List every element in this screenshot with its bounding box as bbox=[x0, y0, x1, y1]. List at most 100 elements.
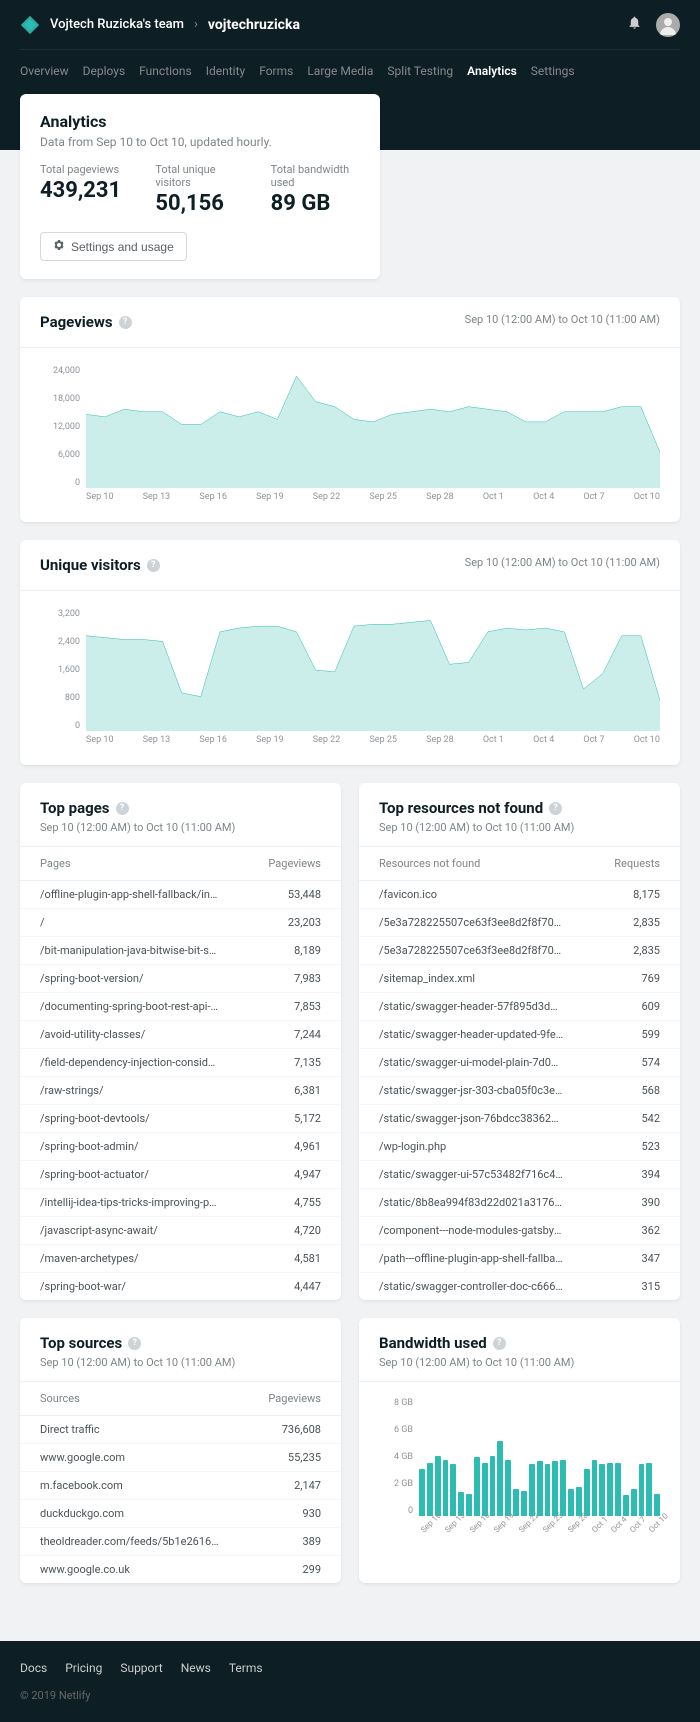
table-row[interactable]: /spring-boot-actuator/4,947 bbox=[20, 1161, 341, 1189]
table-row[interactable]: /raw-strings/6,381 bbox=[20, 1077, 341, 1105]
site-nav: Overview Deploys Functions Identity Forms Lar… bbox=[20, 50, 680, 94]
bandwidth-value: 89 GB bbox=[271, 191, 360, 216]
bar[interactable] bbox=[505, 1460, 511, 1516]
nav-analytics[interactable]: Analytics bbox=[467, 64, 517, 78]
bar[interactable] bbox=[560, 1460, 566, 1516]
info-icon[interactable]: ? bbox=[128, 1337, 141, 1350]
breadcrumb-team[interactable]: Vojtech Ruzicka's team bbox=[50, 17, 184, 32]
top-pages-card: Top pages ? Sep 10 (12:00 AM) to Oct 10 … bbox=[20, 783, 341, 1300]
table-row[interactable]: /avoid-utility-classes/7,244 bbox=[20, 1021, 341, 1049]
bar[interactable] bbox=[443, 1460, 449, 1516]
table-row[interactable]: /bit-manipulation-java-bitwise-bit-shift… bbox=[20, 937, 341, 965]
table-row[interactable]: /static/swagger-header-57f895d3d6ae89d8d… bbox=[359, 993, 680, 1021]
card-range: Sep 10 (12:00 AM) to Oct 10 (11:00 AM) bbox=[379, 1356, 660, 1369]
table-row[interactable]: www.google.co.uk299 bbox=[20, 1556, 341, 1584]
table-row[interactable]: /spring-boot-war/4,447 bbox=[20, 1273, 341, 1301]
card-title: Top resources not found ? bbox=[379, 799, 660, 817]
table-row[interactable]: /offline-plugin-app-shell-fallback/index… bbox=[20, 881, 341, 909]
pageviews-chart-card: Pageviews ? Sep 10 (12:00 AM) to Oct 10 … bbox=[20, 297, 680, 522]
bar[interactable] bbox=[646, 1463, 652, 1516]
table-row[interactable]: /static/swagger-jsr-303-cba05f0c3e718c0e… bbox=[359, 1077, 680, 1105]
notifications-icon[interactable] bbox=[627, 15, 642, 34]
table-row[interactable]: /wp-login.php523 bbox=[359, 1133, 680, 1161]
bar[interactable] bbox=[599, 1464, 605, 1516]
table-row[interactable]: duckduckgo.com930 bbox=[20, 1500, 341, 1528]
bar[interactable] bbox=[568, 1489, 574, 1516]
table-row[interactable]: /5e3a728225507ce63f3ee8d2f8f702cf/5e3a72… bbox=[359, 909, 680, 937]
table-row[interactable]: Direct traffic736,608 bbox=[20, 1416, 341, 1444]
bar[interactable] bbox=[474, 1457, 480, 1516]
table-row[interactable]: /spring-boot-devtools/5,172 bbox=[20, 1105, 341, 1133]
footer-terms[interactable]: Terms bbox=[229, 1661, 263, 1675]
footer-docs[interactable]: Docs bbox=[20, 1661, 47, 1675]
nav-large-media[interactable]: Large Media bbox=[307, 64, 373, 78]
table-row[interactable]: /static/swagger-json-76bdcc3836216271c0d… bbox=[359, 1105, 680, 1133]
bar[interactable] bbox=[482, 1463, 488, 1516]
info-icon[interactable]: ? bbox=[493, 1337, 506, 1350]
bar[interactable] bbox=[435, 1456, 441, 1516]
table-row[interactable]: /static/swagger-ui-model-plain-7d0901673… bbox=[359, 1049, 680, 1077]
table-row[interactable]: /static/swagger-ui-57c53482f716c4648ec5d… bbox=[359, 1161, 680, 1189]
info-icon[interactable]: ? bbox=[119, 316, 132, 329]
table-row[interactable]: /static/swagger-controller-doc-c6666b121… bbox=[359, 1273, 680, 1301]
bar[interactable] bbox=[631, 1489, 637, 1516]
nav-split-testing[interactable]: Split Testing bbox=[387, 64, 453, 78]
table-row[interactable]: /favicon.ico8,175 bbox=[359, 881, 680, 909]
table-row[interactable]: m.facebook.com2,147 bbox=[20, 1472, 341, 1500]
bar[interactable] bbox=[623, 1495, 629, 1516]
bar[interactable] bbox=[537, 1461, 543, 1516]
bar[interactable] bbox=[490, 1456, 496, 1516]
table-row[interactable]: /static/swagger-header-updated-9fe87e20c… bbox=[359, 1021, 680, 1049]
table-row[interactable]: /maven-archetypes/4,581 bbox=[20, 1245, 341, 1273]
avatar[interactable] bbox=[656, 13, 680, 37]
card-range: Sep 10 (12:00 AM) to Oct 10 (11:00 AM) bbox=[379, 821, 660, 834]
footer-news[interactable]: News bbox=[181, 1661, 211, 1675]
table-row[interactable]: /documenting-spring-boot-rest-api-swagge… bbox=[20, 993, 341, 1021]
nav-forms[interactable]: Forms bbox=[259, 64, 293, 78]
bar[interactable] bbox=[654, 1494, 660, 1516]
bar[interactable] bbox=[584, 1469, 590, 1516]
table-row[interactable]: /intellij-idea-tips-tricks-improving-per… bbox=[20, 1189, 341, 1217]
table-row[interactable]: www.google.com55,235 bbox=[20, 1444, 341, 1472]
bar[interactable] bbox=[419, 1469, 425, 1516]
nav-overview[interactable]: Overview bbox=[20, 64, 69, 78]
bar[interactable] bbox=[521, 1491, 527, 1516]
nav-functions[interactable]: Functions bbox=[139, 64, 192, 78]
table-row[interactable]: /javascript-async-await/4,720 bbox=[20, 1217, 341, 1245]
table-row[interactable]: /path---offline-plugin-app-shell-fallbac… bbox=[359, 1245, 680, 1273]
breadcrumb-site[interactable]: vojtechruzicka bbox=[208, 17, 300, 33]
bar[interactable] bbox=[529, 1464, 535, 1516]
bar[interactable] bbox=[607, 1463, 613, 1516]
bar[interactable] bbox=[639, 1464, 645, 1516]
table-row[interactable]: theoldreader.com/feeds/5b1e2616fea0e7c20… bbox=[20, 1528, 341, 1556]
info-icon[interactable]: ? bbox=[116, 802, 129, 815]
table-row[interactable]: /23,203 bbox=[20, 909, 341, 937]
bar[interactable] bbox=[545, 1464, 551, 1516]
bar[interactable] bbox=[592, 1460, 598, 1516]
bar[interactable] bbox=[615, 1463, 621, 1516]
table-row[interactable]: /static/8b8ea994f83d22d021a3176f95c3252f… bbox=[359, 1189, 680, 1217]
bar[interactable] bbox=[450, 1464, 456, 1516]
netlify-logo-icon[interactable] bbox=[20, 15, 40, 35]
nav-deploys[interactable]: Deploys bbox=[83, 64, 126, 78]
table-row[interactable]: /spring-boot-version/7,983 bbox=[20, 965, 341, 993]
footer-support[interactable]: Support bbox=[120, 1661, 162, 1675]
table-row[interactable]: /component---node-modules-gatsby-plugin-… bbox=[359, 1217, 680, 1245]
table-row[interactable]: /spring-boot-admin/4,961 bbox=[20, 1133, 341, 1161]
bar[interactable] bbox=[513, 1489, 519, 1516]
bar[interactable] bbox=[427, 1463, 433, 1516]
page-title: Analytics bbox=[40, 112, 360, 131]
bar[interactable] bbox=[552, 1461, 558, 1516]
footer-pricing[interactable]: Pricing bbox=[65, 1661, 102, 1675]
info-icon[interactable]: ? bbox=[549, 802, 562, 815]
nav-settings[interactable]: Settings bbox=[531, 64, 575, 78]
table-row[interactable]: /5e3a728225507ce63f3ee8d2f8f702cf2,835 bbox=[359, 937, 680, 965]
bar[interactable] bbox=[466, 1494, 472, 1516]
settings-usage-button[interactable]: Settings and usage bbox=[40, 232, 187, 261]
info-icon[interactable]: ? bbox=[147, 559, 160, 572]
table-row[interactable]: /sitemap_index.xml769 bbox=[359, 965, 680, 993]
table-row[interactable]: /field-dependency-injection-considered-h… bbox=[20, 1049, 341, 1077]
bar[interactable] bbox=[497, 1441, 503, 1516]
nav-identity[interactable]: Identity bbox=[206, 64, 245, 78]
card-title: Top sources ? bbox=[40, 1334, 321, 1352]
